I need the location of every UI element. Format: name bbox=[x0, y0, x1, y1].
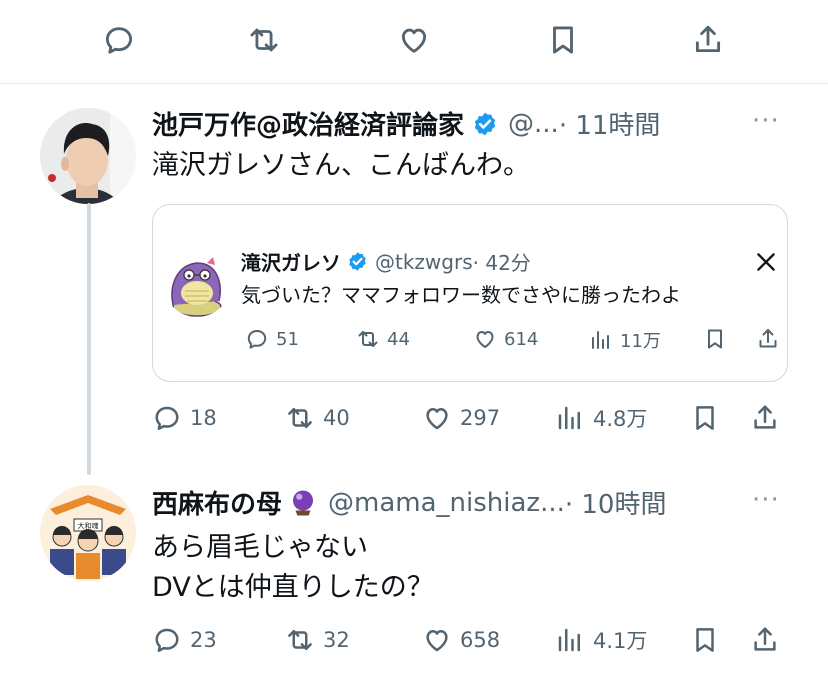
retweet-button[interactable]: 32 bbox=[285, 625, 350, 655]
quoted-avatar[interactable] bbox=[163, 249, 231, 317]
retweet-icon bbox=[358, 331, 378, 347]
timestamp[interactable]: · 11時間 bbox=[559, 105, 661, 142]
quoted-views-button[interactable]: 11万 bbox=[589, 327, 661, 353]
like-icon bbox=[476, 331, 494, 348]
like-icon bbox=[426, 630, 448, 652]
retweet-button[interactable] bbox=[246, 22, 282, 58]
retweet-icon bbox=[250, 28, 278, 52]
tweet-text: 滝沢ガレソさん、こんばんわ。 bbox=[152, 150, 530, 181]
retweet-icon bbox=[288, 408, 312, 428]
share-icon bbox=[759, 329, 777, 348]
retweet-icon bbox=[288, 630, 312, 650]
quoted-timestamp[interactable]: · 42分 bbox=[473, 247, 531, 276]
reply-button[interactable] bbox=[101, 22, 137, 58]
quoted-tweet-text: 気づいた？ママフォロワー数でさやに勝ったわよ bbox=[241, 283, 681, 307]
close-button[interactable] bbox=[753, 249, 779, 275]
timestamp[interactable]: · 10時間 bbox=[565, 484, 667, 521]
like-button[interactable]: 658 bbox=[422, 625, 500, 655]
bookmark-button[interactable] bbox=[690, 403, 720, 433]
views-button[interactable]: 4.8万 bbox=[555, 403, 647, 433]
reply-icon bbox=[155, 628, 179, 652]
bookmark-icon bbox=[696, 628, 714, 652]
like-icon bbox=[426, 408, 448, 430]
like-count: 614 bbox=[504, 328, 539, 350]
display-name[interactable]: 西麻布の母 bbox=[152, 484, 282, 521]
views-icon bbox=[558, 628, 580, 652]
handle[interactable]: @mama_nishiaz... bbox=[328, 488, 565, 518]
bookmark-icon bbox=[553, 26, 573, 54]
retweet-button[interactable]: 40 bbox=[285, 403, 350, 433]
retweet-count: 32 bbox=[323, 628, 350, 652]
quoted-like-button[interactable]: 614 bbox=[473, 327, 538, 351]
quoted-header: 滝沢ガレソ @tkzwgrs · 42分 bbox=[241, 247, 531, 276]
views-icon bbox=[558, 406, 580, 430]
display-name[interactable]: 池戸万作@政治経済評論家 bbox=[152, 105, 464, 142]
parent-tweet-action-bar bbox=[0, 0, 828, 84]
bookmark-icon bbox=[696, 406, 714, 430]
share-button[interactable] bbox=[690, 22, 726, 58]
reply-count: 23 bbox=[190, 628, 217, 652]
reply-count: 51 bbox=[276, 328, 299, 350]
share-icon bbox=[754, 405, 776, 429]
views-icon bbox=[592, 331, 609, 349]
like-button[interactable] bbox=[396, 22, 432, 58]
svg-text:大和魂: 大和魂 bbox=[78, 521, 99, 530]
bookmark-icon bbox=[708, 329, 722, 349]
quoted-handle[interactable]: @tkzwgrs bbox=[375, 250, 473, 274]
quoted-reply-button[interactable]: 51 bbox=[245, 327, 299, 351]
quoted-retweet-button[interactable]: 44 bbox=[356, 327, 410, 351]
user-photo-avatar bbox=[40, 108, 136, 204]
share-icon bbox=[754, 627, 776, 651]
view-count: 4.8万 bbox=[593, 407, 648, 431]
reply-icon bbox=[105, 27, 133, 54]
reply-icon bbox=[247, 330, 267, 349]
share-button[interactable] bbox=[750, 403, 780, 433]
avatar[interactable]: 大和魂 bbox=[40, 485, 136, 581]
share-icon bbox=[695, 25, 721, 53]
like-count: 297 bbox=[460, 406, 501, 430]
illustration-avatar: 大和魂 bbox=[40, 485, 136, 581]
view-count: 4.1万 bbox=[593, 629, 648, 653]
reply1-header: 池戸万作@政治経済評論家 @... · 11時間 bbox=[152, 105, 660, 142]
views-button[interactable]: 4.1万 bbox=[555, 625, 647, 655]
like-icon bbox=[401, 28, 427, 53]
crystal-ball-icon bbox=[293, 490, 314, 515]
avatar[interactable] bbox=[40, 108, 136, 204]
retweet-count: 40 bbox=[323, 406, 350, 430]
more-options-button[interactable]: ··· bbox=[752, 485, 780, 515]
quoted-bookmark-button[interactable] bbox=[703, 327, 727, 351]
view-count: 11万 bbox=[620, 331, 661, 352]
close-icon bbox=[757, 253, 775, 271]
quoted-display-name[interactable]: 滝沢ガレソ bbox=[241, 247, 341, 276]
quoted-tweet-card[interactable]: 滝沢ガレソ @tkzwgrs · 42分 気づいた？ママフォロワー数でさやに勝っ… bbox=[152, 204, 788, 382]
reply-icon bbox=[155, 406, 179, 430]
verified-badge-icon bbox=[474, 112, 496, 135]
snake-mascot-avatar bbox=[171, 257, 222, 317]
retweet-count: 44 bbox=[387, 328, 410, 350]
bookmark-button[interactable] bbox=[690, 625, 720, 655]
bookmark-button[interactable] bbox=[545, 22, 581, 58]
reply2-header: 西麻布の母 @mama_nishiaz... · 10時間 bbox=[152, 484, 666, 521]
quoted-share-button[interactable] bbox=[756, 327, 780, 351]
reply-count: 18 bbox=[190, 406, 217, 430]
reply-button[interactable]: 23 bbox=[152, 625, 217, 655]
like-count: 658 bbox=[460, 628, 501, 652]
reply-button[interactable]: 18 bbox=[152, 403, 217, 433]
thread-line bbox=[87, 203, 91, 475]
tweet-text-line-1: あら眉毛じゃない bbox=[152, 532, 368, 563]
tweet-text-line-2: DVとは仲直りしたの？ bbox=[152, 572, 434, 603]
share-button[interactable] bbox=[750, 625, 780, 655]
more-options-button[interactable]: ··· bbox=[752, 106, 780, 136]
verified-badge-icon bbox=[349, 252, 366, 271]
handle[interactable]: @... bbox=[508, 109, 559, 139]
like-button[interactable]: 297 bbox=[422, 403, 500, 433]
